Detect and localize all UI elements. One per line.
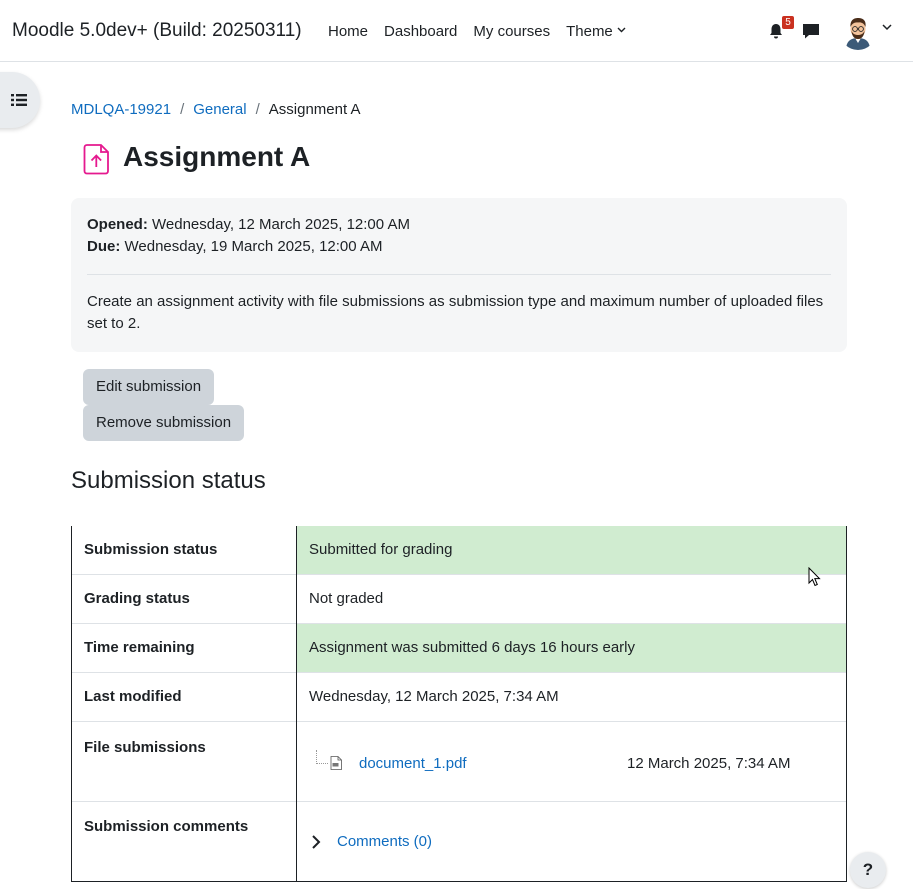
due-date: Due: Wednesday, 19 March 2025, 12:00 AM xyxy=(87,236,831,258)
top-navbar: Moodle 5.0dev+ (Build: 20250311) Home Da… xyxy=(0,0,913,62)
time-remaining-value: Assignment was submitted 6 days 16 hours… xyxy=(296,623,847,673)
file-tree: document_1.pdf 12 March 2025, 7:34 AM xyxy=(309,722,834,801)
course-index-toggle-button[interactable] xyxy=(0,72,40,128)
comments-link[interactable]: Comments (0) xyxy=(337,832,432,852)
user-avatar[interactable] xyxy=(840,14,876,50)
grading-status-value: Not graded xyxy=(296,574,847,624)
chevron-down-icon xyxy=(617,27,626,33)
page-title: Assignment A xyxy=(123,141,311,172)
nav-dashboard[interactable]: Dashboard xyxy=(376,23,465,40)
table-row: Grading status Not graded xyxy=(71,574,847,624)
file-submissions-cell: document_1.pdf 12 March 2025, 7:34 AM xyxy=(296,721,847,802)
file-date: 12 March 2025, 7:34 AM xyxy=(627,755,791,772)
table-row: Submission comments Comments (0) xyxy=(71,801,847,882)
table-row: File submissions document_1.pdf 12 March… xyxy=(71,721,847,802)
file-link[interactable]: document_1.pdf xyxy=(359,754,467,774)
tree-connector xyxy=(316,750,328,764)
edit-submission-button[interactable]: Edit submission xyxy=(83,369,215,405)
row-label: Last modified xyxy=(71,672,297,722)
submission-status-heading: Submission status xyxy=(71,467,266,494)
remove-submission-button[interactable]: Remove submission xyxy=(83,405,245,441)
help-button[interactable]: ? xyxy=(850,852,886,888)
chevron-right-icon[interactable] xyxy=(309,834,323,850)
row-label: Grading status xyxy=(71,574,297,624)
due-label: Due: xyxy=(87,238,121,255)
row-label: Time remaining xyxy=(71,623,297,673)
site-name[interactable]: Moodle 5.0dev+ (Build: 20250311) xyxy=(12,20,302,42)
breadcrumb-course[interactable]: MDLQA-19921 xyxy=(71,101,171,118)
nav-theme[interactable]: Theme xyxy=(558,23,634,40)
breadcrumb-section[interactable]: General xyxy=(193,101,246,118)
opened-date: Opened: Wednesday, 12 March 2025, 12:00 … xyxy=(87,214,831,236)
nav-theme-label: Theme xyxy=(566,22,613,40)
comments-toggle: Comments (0) xyxy=(309,802,834,881)
nav-my-courses[interactable]: My courses xyxy=(465,23,558,40)
opened-value: Wednesday, 12 March 2025, 12:00 AM xyxy=(147,216,410,233)
row-label: Submission status xyxy=(71,526,297,575)
user-menu-chevron-icon[interactable] xyxy=(882,24,892,31)
last-modified-value: Wednesday, 12 March 2025, 7:34 AM xyxy=(296,672,847,722)
breadcrumb-current: Assignment A xyxy=(268,101,361,118)
table-row: Last modified Wednesday, 12 March 2025, … xyxy=(71,672,847,722)
assignment-description: Create an assignment activity with file … xyxy=(87,293,824,332)
submission-comments-cell: Comments (0) xyxy=(296,801,847,882)
opened-label: Opened: xyxy=(87,216,148,233)
notification-count-badge: 5 xyxy=(782,16,794,29)
pdf-file-icon xyxy=(330,756,342,770)
row-label: Submission comments xyxy=(71,801,297,882)
row-label: File submissions xyxy=(71,721,297,802)
activity-information: Opened: Wednesday, 12 March 2025, 12:00 … xyxy=(71,198,847,352)
submission-status-value: Submitted for grading xyxy=(296,526,847,575)
nav-home[interactable]: Home xyxy=(320,23,376,40)
list-icon xyxy=(11,94,27,106)
due-value: Wednesday, 19 March 2025, 12:00 AM xyxy=(120,238,383,255)
submission-status-table: Submission status Submitted for grading … xyxy=(71,526,847,882)
breadcrumb-separator: / xyxy=(180,101,185,118)
divider xyxy=(87,274,831,275)
primary-navigation: Home Dashboard My courses Theme xyxy=(320,0,634,62)
assignment-upload-icon xyxy=(83,144,109,175)
table-row: Time remaining Assignment was submitted … xyxy=(71,623,847,673)
breadcrumb: MDLQA-19921 / General / Assignment A xyxy=(71,101,361,118)
messages-icon[interactable] xyxy=(801,22,821,40)
breadcrumb-separator: / xyxy=(255,101,260,118)
table-row: Submission status Submitted for grading xyxy=(71,526,847,575)
mouse-cursor-icon xyxy=(808,567,821,587)
